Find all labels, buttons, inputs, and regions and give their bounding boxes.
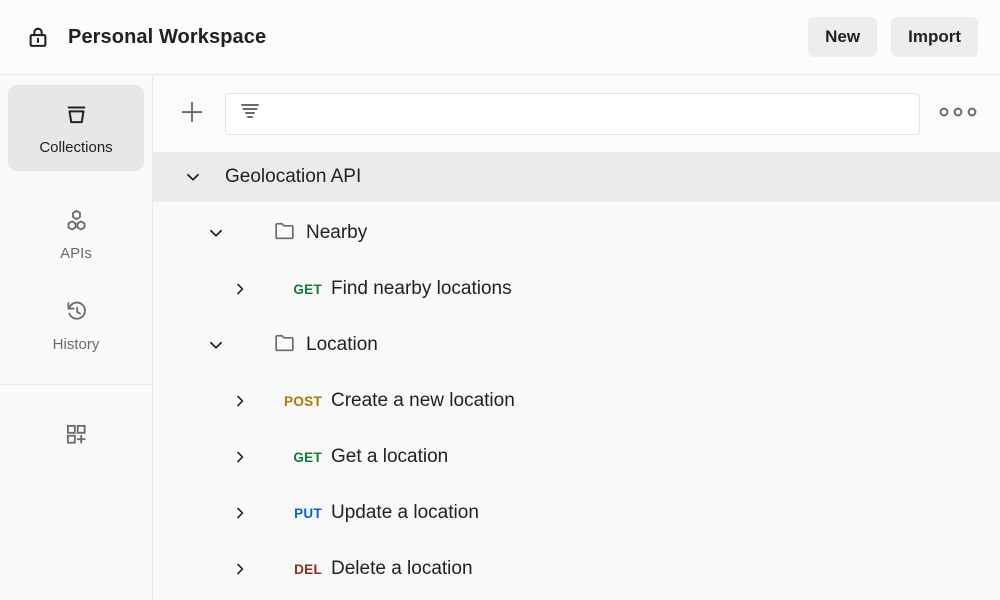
chevron-down-icon[interactable] <box>204 334 228 356</box>
request-row[interactable]: GET Find nearby locations <box>153 264 1000 314</box>
request-name: Get a location <box>331 446 448 468</box>
sidebar-item-label: History <box>53 336 100 353</box>
folder-row[interactable]: Nearby <box>153 208 1000 258</box>
sidebar-item-history[interactable]: History <box>0 286 152 365</box>
sidebar-item-apis[interactable]: APIs <box>0 195 152 274</box>
import-button[interactable]: Import <box>891 17 978 57</box>
method-badge: DEL <box>252 562 322 577</box>
request-name: Delete a location <box>331 558 473 580</box>
collections-tree: Geolocation API Nearby <box>153 152 1000 600</box>
chevron-right-icon[interactable] <box>228 503 252 523</box>
folder-icon <box>272 330 297 361</box>
sidebar-item-label: Collections <box>39 139 112 156</box>
request-name: Update a location <box>331 502 479 524</box>
collections-tray-icon <box>63 101 90 128</box>
chevron-right-icon[interactable] <box>228 559 252 579</box>
sidebar-item-label: APIs <box>60 245 92 262</box>
folder-icon <box>272 218 297 249</box>
folder-name: Nearby <box>306 222 367 244</box>
workspace-header: Personal Workspace New Import <box>0 0 1000 75</box>
request-name: Create a new location <box>331 390 515 412</box>
sidebar-divider <box>0 384 152 385</box>
chevron-right-icon[interactable] <box>228 447 252 467</box>
request-row[interactable]: DEL Delete a location <box>153 544 1000 594</box>
sidebar-item-collections[interactable]: Collections <box>8 85 144 171</box>
history-clock-icon <box>63 298 90 325</box>
chevron-right-icon[interactable] <box>228 279 252 299</box>
filter-input-wrapper <box>225 93 920 135</box>
method-badge: POST <box>252 394 322 409</box>
sidebar: Collections APIs History <box>0 75 153 600</box>
request-row[interactable]: POST Create a new location <box>153 376 1000 426</box>
more-options-icon <box>938 105 978 122</box>
chevron-right-icon[interactable] <box>228 391 252 411</box>
folder-name: Location <box>306 334 378 356</box>
folder-row[interactable]: Location <box>153 320 1000 370</box>
collections-panel: Geolocation API Nearby <box>153 75 1000 600</box>
lock-icon <box>24 23 52 51</box>
method-badge: GET <box>252 282 322 297</box>
workspace-title: Personal Workspace <box>68 26 266 49</box>
request-name: Find nearby locations <box>331 278 512 300</box>
chevron-down-icon[interactable] <box>204 222 228 244</box>
hexagons-icon <box>63 207 90 234</box>
add-collection-button[interactable] <box>177 97 207 130</box>
request-row[interactable]: GET Get a location <box>153 432 1000 482</box>
plus-icon <box>177 97 207 130</box>
request-row[interactable]: PUT Update a location <box>153 488 1000 538</box>
filter-input[interactable] <box>272 105 907 123</box>
method-badge: PUT <box>252 506 322 521</box>
new-button[interactable]: New <box>808 17 877 57</box>
filter-icon <box>238 99 262 128</box>
sidebar-item-add-view[interactable] <box>0 409 152 459</box>
collection-row[interactable]: Geolocation API <box>153 152 1000 202</box>
method-badge: GET <box>252 450 322 465</box>
chevron-down-icon[interactable] <box>181 166 205 188</box>
collections-toolbar <box>153 75 1000 152</box>
collection-name: Geolocation API <box>225 166 361 188</box>
more-options-button[interactable] <box>938 105 978 122</box>
grid-plus-icon <box>63 421 89 447</box>
